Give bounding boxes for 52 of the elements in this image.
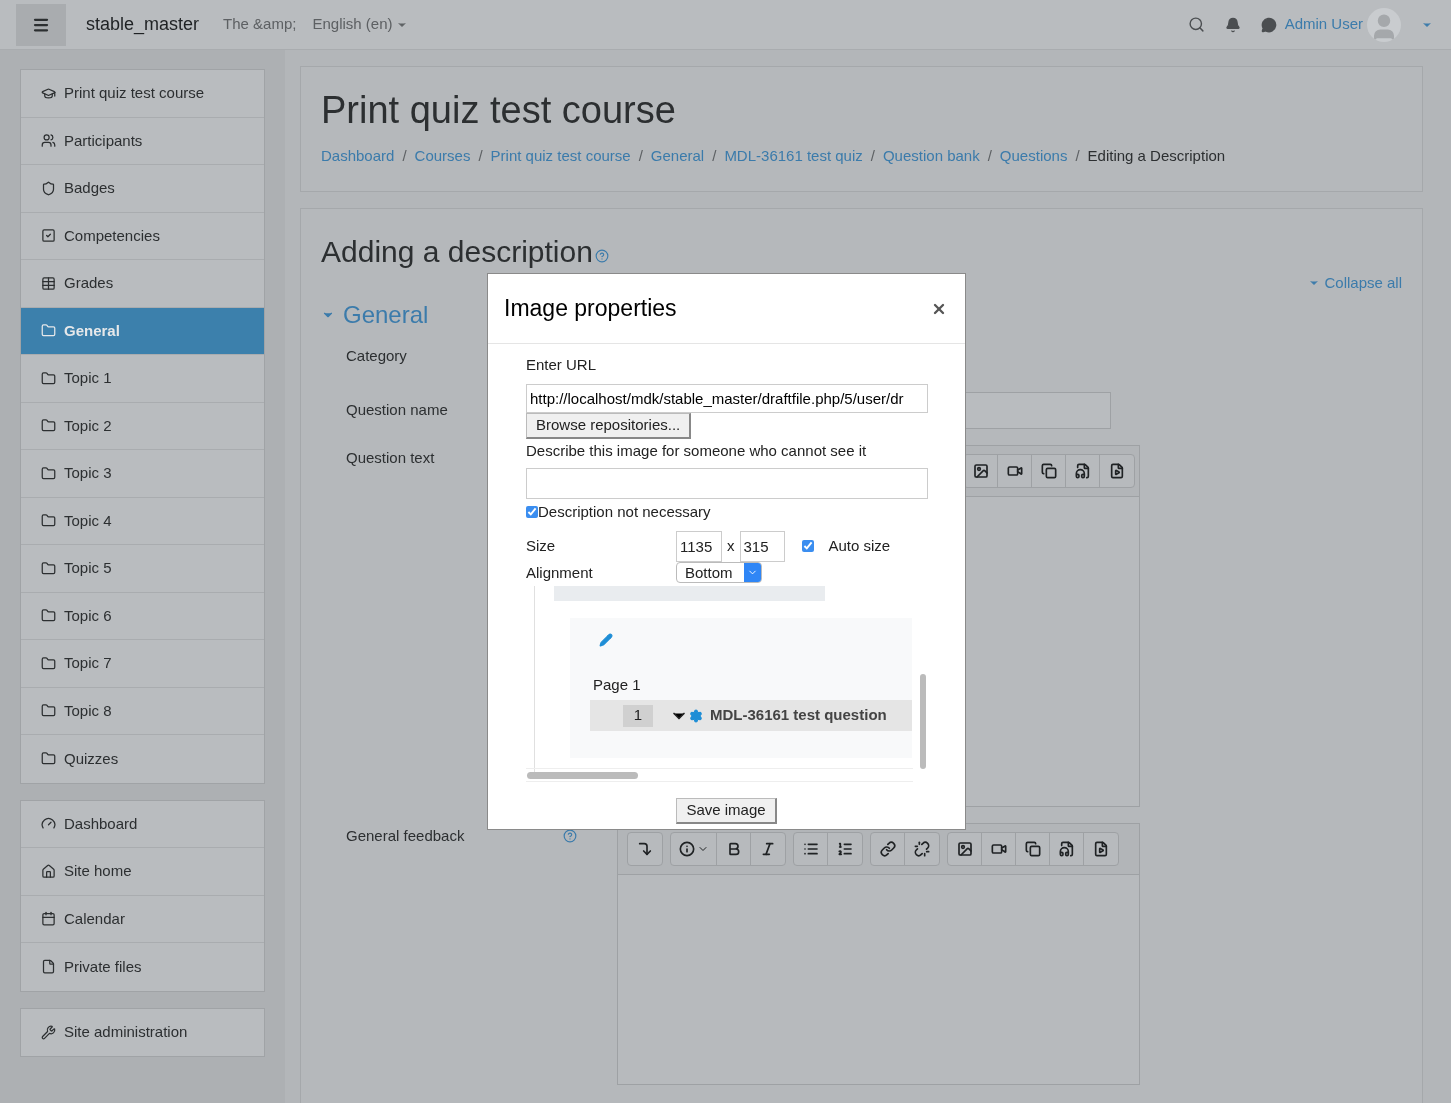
sidebar-item[interactable]: Topic 6 (21, 592, 264, 640)
save-image-button[interactable]: Save image (676, 798, 777, 824)
breadcrumb-separator: / (638, 145, 643, 166)
breadcrumb-separator: / (870, 145, 875, 166)
question-name[interactable]: MDL-36161 test question (710, 704, 887, 727)
sidebar-item[interactable]: Calendar (21, 895, 264, 943)
sidebar-item[interactable]: Print quiz test course (21, 70, 264, 118)
sidebar-item[interactable]: Quizzes (21, 735, 264, 783)
field-label: Alignment (526, 562, 594, 583)
sidebar-item[interactable]: Badges (21, 165, 264, 213)
sidebar-item[interactable]: Dashboard (21, 800, 264, 848)
sidebar-item[interactable]: Topic 4 (21, 497, 264, 545)
sidebar-item[interactable]: Topic 2 (21, 402, 264, 450)
breadcrumb-separator: / (478, 145, 483, 166)
sidebar-item[interactable]: Topic 8 (21, 687, 264, 735)
form-heading: Adding a description (321, 234, 593, 270)
field-label: Question text (346, 447, 435, 468)
site-name[interactable]: stable_master (86, 11, 200, 38)
sidebar-item[interactable]: Grades (21, 260, 264, 308)
width-field[interactable]: 1135 (676, 530, 722, 562)
field-label: Enter URL (526, 355, 598, 375)
page-title: Print quiz test course (321, 88, 677, 133)
slot-number: 1 (623, 704, 653, 727)
field-label: Category (346, 345, 407, 366)
page-label: Page 1 (593, 675, 641, 695)
height-field[interactable]: 315 (739, 530, 785, 562)
browse-repositories-button[interactable]: Browse repositories... (526, 412, 692, 439)
field-label: Size (526, 535, 557, 556)
checkbox-label: Description not necessary (538, 502, 711, 522)
breadcrumb-separator: / (1075, 145, 1080, 166)
sidebar-item[interactable]: General (21, 307, 264, 355)
sidebar-item[interactable]: Topic 7 (21, 640, 264, 688)
url-field[interactable]: http://localhost/mdk/stable_master/draftfile.php/5/user/dr (526, 383, 928, 413)
breadcrumb-separator: / (402, 145, 407, 166)
alignment-select[interactable]: Bottom (676, 562, 762, 584)
checkbox-label: Auto size (828, 535, 891, 556)
breadcrumb-separator: / (712, 145, 717, 166)
sidebar-item[interactable]: Participants (21, 117, 264, 165)
sidebar-item[interactable]: Topic 1 (21, 355, 264, 403)
sidebar-item[interactable]: Site home (21, 848, 264, 896)
field-label: General feedback (346, 825, 465, 846)
breadcrumb-separator: / (987, 145, 992, 166)
size-separator: x (727, 535, 735, 556)
breadcrumb-current: Editing a Description (1087, 145, 1226, 166)
sidebar-item[interactable]: Private files (21, 943, 264, 991)
sidebar-item[interactable]: Topic 3 (21, 450, 264, 498)
dialog-title: Image properties (504, 294, 677, 324)
sidebar-item[interactable]: Topic 5 (21, 545, 264, 593)
field-label: Describe this image for someone who cannot see it (526, 440, 868, 461)
sidebar-item[interactable]: Competencies (21, 212, 264, 260)
sidebar-item[interactable]: Site administration (21, 1008, 264, 1056)
field-label: Question name (346, 400, 448, 421)
